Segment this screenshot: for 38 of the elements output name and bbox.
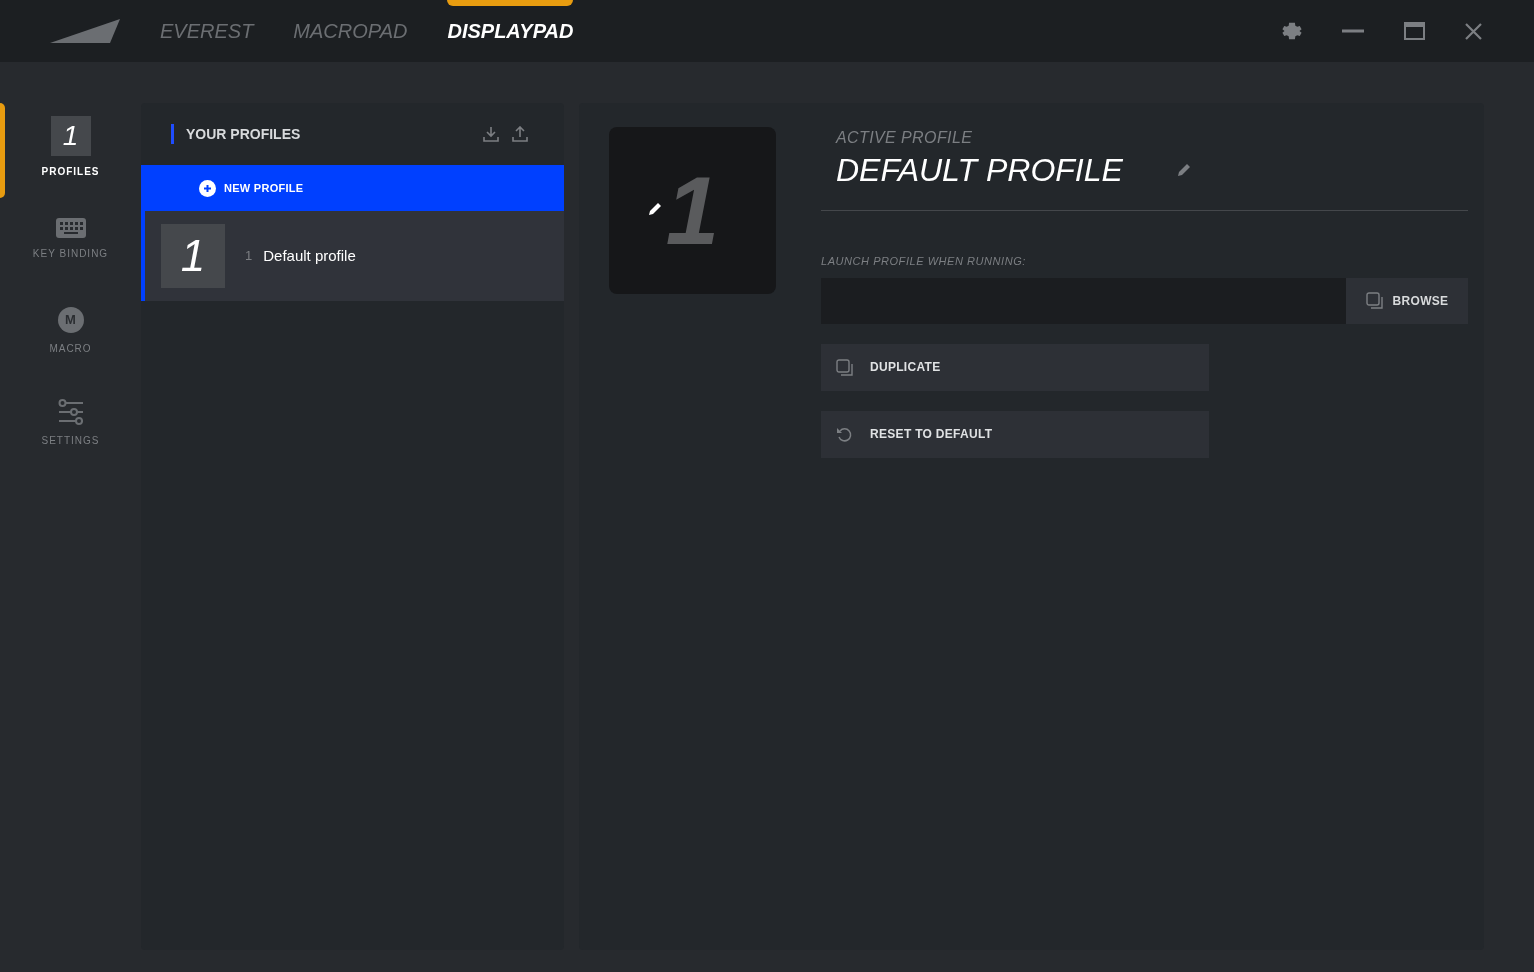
maximize-icon[interactable]	[1404, 22, 1425, 40]
upload-icon[interactable]	[512, 126, 528, 142]
pencil-icon[interactable]	[647, 201, 663, 217]
panel-title: YOUR PROFILES	[186, 124, 301, 144]
nav-item[interactable]: SETTINGS	[0, 379, 141, 471]
profile-tile: 1	[50, 115, 91, 156]
field-label: LAUNCH PROFILE WHEN RUNNING:	[821, 254, 1027, 269]
sliders-icon	[57, 398, 84, 425]
product-tab[interactable]: DISPLAYPAD	[447, 0, 574, 62]
tile-number: 1	[665, 162, 720, 259]
close-icon[interactable]	[1465, 22, 1482, 40]
plus-icon	[199, 179, 216, 197]
action-button[interactable]: DUPLICATE	[821, 343, 1209, 391]
caption: ACTIVE PROFILE	[836, 130, 974, 146]
nav-label: KEY BINDING	[32, 246, 109, 261]
profile-tile: 1	[161, 224, 225, 288]
logo-icon	[50, 19, 120, 43]
nav-item[interactable]: KEY BINDING	[0, 195, 141, 287]
nav-item[interactable]: 1 PROFILES	[0, 103, 141, 195]
keyboard-icon	[55, 217, 86, 238]
copy-icon	[1365, 292, 1383, 309]
profile-row[interactable]: 1 1 Default profile	[141, 211, 564, 301]
macro-badge: M	[57, 306, 84, 333]
minimize-icon[interactable]	[1342, 29, 1364, 33]
download-icon[interactable]	[483, 126, 499, 142]
nav-label: PROFILES	[41, 164, 100, 179]
profile-name: Default profile	[263, 245, 356, 266]
profile-number: 1	[245, 247, 253, 266]
nav-label: SETTINGS	[41, 433, 100, 448]
profile-name: DEFAULT PROFILE	[836, 154, 1123, 186]
nav-label: MACRO	[49, 341, 92, 356]
nav-item[interactable]: M MACRO	[0, 287, 141, 379]
copy-icon	[836, 358, 853, 376]
settings-icon[interactable]	[1282, 21, 1302, 41]
new-profile-button[interactable]: NEW PROFILE	[141, 165, 564, 211]
undo-icon	[836, 425, 853, 443]
browse-button[interactable]: BROWSE	[1346, 277, 1468, 324]
action-button[interactable]: RESET TO DEFAULT	[821, 410, 1209, 458]
